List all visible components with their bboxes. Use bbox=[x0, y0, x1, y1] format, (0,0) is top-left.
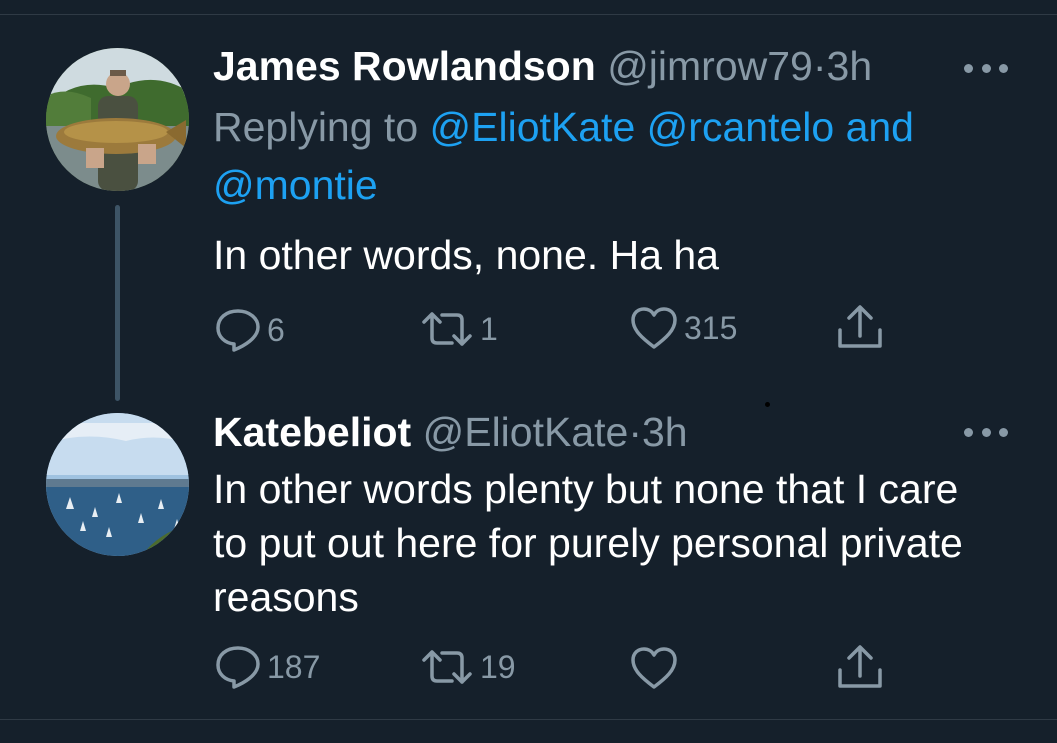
tweet-1-timestamp[interactable]: 3h bbox=[827, 43, 873, 89]
tweet-2-timestamp[interactable]: 3h bbox=[642, 409, 688, 455]
tweet-1-header: James Rowlandson @jimrow79·3h bbox=[213, 40, 872, 93]
stray-dot bbox=[765, 402, 770, 407]
more-icon[interactable] bbox=[964, 58, 1008, 78]
thread-view: James Rowlandson @jimrow79·3h Replying t… bbox=[0, 0, 1057, 743]
tweet-1-author-name[interactable]: James Rowlandson bbox=[213, 43, 596, 89]
mention-and[interactable]: and bbox=[846, 104, 914, 150]
tweet-2-retweet-button[interactable]: 19 bbox=[420, 648, 516, 686]
tweet-1-reply-button[interactable]: 6 bbox=[215, 308, 285, 352]
heart-icon bbox=[631, 307, 677, 349]
tweet-1-retweet-count: 1 bbox=[480, 310, 498, 347]
share-icon bbox=[838, 305, 882, 348]
thread-connector-line bbox=[115, 205, 120, 401]
mention-eliotkate[interactable]: @EliotKate bbox=[430, 104, 636, 150]
tweet-2-text: In other words plenty but none that I ca… bbox=[213, 466, 963, 620]
tweet-1-replying-to: Replying to @EliotKate @rcantelo and @mo… bbox=[213, 98, 973, 214]
tweet-1-reply-count: 6 bbox=[267, 311, 285, 348]
tweet-1-author-handle[interactable]: @jimrow79 bbox=[607, 43, 813, 89]
tweet-2-header: Katebeliot @EliotKate·3h bbox=[213, 406, 688, 459]
heart-icon bbox=[631, 647, 677, 689]
tweet-1-text: In other words, none. Ha ha bbox=[213, 232, 719, 278]
avatar-james[interactable] bbox=[46, 48, 189, 191]
tweet-1-separator: · bbox=[812, 43, 827, 89]
retweet-icon bbox=[422, 650, 472, 684]
reply-icon bbox=[216, 646, 260, 689]
reply-icon bbox=[216, 309, 260, 352]
tweet-2-share-button[interactable] bbox=[836, 644, 884, 690]
tweet-2-author-handle[interactable]: @EliotKate bbox=[423, 409, 629, 455]
share-icon bbox=[838, 645, 882, 688]
top-divider bbox=[0, 14, 1057, 15]
retweet-icon bbox=[422, 312, 472, 346]
tweet-1-share-button[interactable] bbox=[836, 304, 884, 350]
tweet-2-reply-count: 187 bbox=[267, 648, 321, 685]
bottom-divider bbox=[0, 719, 1057, 720]
tweet-1-like-count: 315 bbox=[684, 309, 738, 346]
avatar-katebeliot[interactable] bbox=[46, 413, 189, 556]
tweet-2-reply-button[interactable]: 187 bbox=[215, 645, 320, 689]
tweet-2-like-button[interactable] bbox=[630, 646, 684, 690]
tweet-2-retweet-count: 19 bbox=[480, 648, 516, 685]
tweet-1-retweet-button[interactable]: 1 bbox=[420, 310, 498, 348]
more-icon[interactable] bbox=[964, 422, 1008, 442]
tweet-2-author-name[interactable]: Katebeliot bbox=[213, 409, 411, 455]
mention-rcantelo[interactable]: @rcantelo bbox=[647, 104, 834, 150]
replying-to-label: Replying to bbox=[213, 104, 419, 150]
tweet-2-separator: · bbox=[628, 409, 642, 455]
tweet-1-like-button[interactable]: 315 bbox=[630, 306, 737, 350]
mention-montie[interactable]: @montie bbox=[213, 162, 378, 208]
